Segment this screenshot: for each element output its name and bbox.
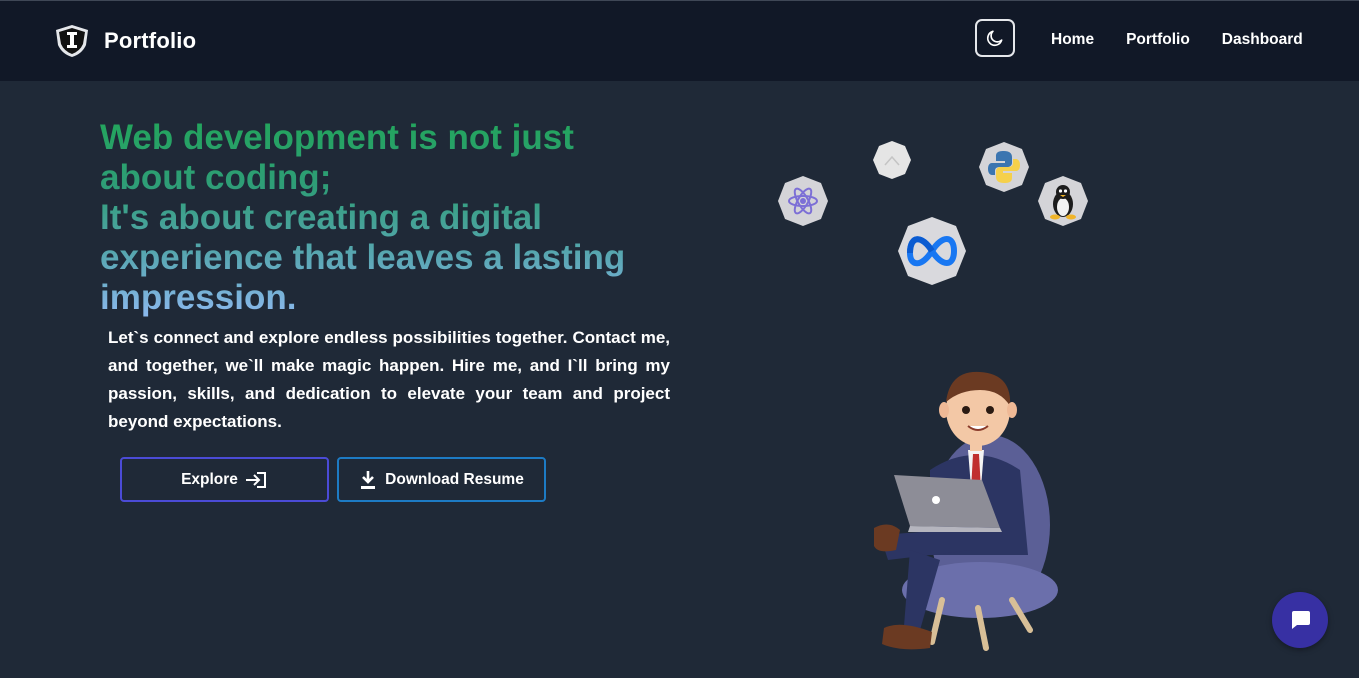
headline-line: experience that leaves a lasting <box>100 238 626 277</box>
navbar: Portfolio Home Portfolio Dashboard <box>0 1 1359 81</box>
hero-intro: Let`s connect and explore endless possib… <box>108 328 670 431</box>
meta-icon <box>896 215 968 287</box>
chat-bubble-icon <box>1292 611 1310 629</box>
brand-title: Portfolio <box>104 28 197 53</box>
nav-link-dashboard[interactable]: Dashboard <box>1222 31 1303 49</box>
sign-in-arrow-icon <box>245 471 266 488</box>
download-icon <box>361 470 376 489</box>
hero-headline: Web development is not just about coding… <box>100 118 700 318</box>
download-resume-label: Download Resume <box>385 470 524 488</box>
nav-links: Home Portfolio Dashboard <box>1051 31 1335 49</box>
explore-label: Explore <box>181 470 238 488</box>
theme-toggle-button[interactable] <box>975 19 1015 57</box>
headline-line: It's about creating a digital <box>100 198 542 237</box>
linux-icon <box>1037 175 1089 227</box>
nextjs-icon <box>872 140 912 180</box>
nav-link-portfolio[interactable]: Portfolio <box>1126 31 1190 49</box>
nav-link-home[interactable]: Home <box>1051 31 1094 49</box>
python-icon <box>978 141 1030 193</box>
shield-logo-icon <box>56 25 88 57</box>
headline-line: about coding; <box>100 158 332 197</box>
moon-icon <box>986 30 1003 47</box>
download-resume-button[interactable]: Download Resume <box>337 457 546 502</box>
headline-line: Web development is not just <box>100 118 574 157</box>
developer-illustration <box>860 350 1060 660</box>
explore-button[interactable]: Explore <box>120 457 329 502</box>
brand[interactable]: Portfolio <box>52 23 196 59</box>
react-icon <box>777 175 829 227</box>
chat-button[interactable] <box>1272 592 1328 648</box>
headline-line: impression. <box>100 278 297 317</box>
